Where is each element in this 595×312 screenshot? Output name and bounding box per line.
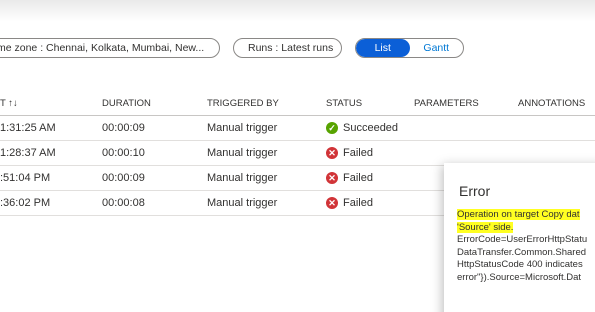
view-list-button[interactable]: List (356, 39, 410, 57)
run-start-cell: :51:04 PM (0, 172, 51, 184)
table-row[interactable]: 1:31:25 AM 00:00:09 Manual trigger ✓ Suc… (0, 116, 595, 141)
header-status[interactable]: STATUS (326, 98, 362, 109)
view-gantt-button[interactable]: Gantt (410, 39, 464, 57)
status-text: Failed (343, 147, 373, 159)
triggered-by-cell: Manual trigger (207, 122, 278, 134)
status-cell: ✓ Succeeded (326, 122, 398, 134)
error-circle-icon: ✕ (326, 147, 338, 159)
error-line: ErrorCode=UserErrorHttpStatu (457, 234, 588, 245)
header-run-start[interactable]: T ↑↓ (0, 98, 18, 109)
status-cell[interactable]: ✕ Failed (326, 147, 373, 159)
error-highlight-line-2: 'Source' side. (457, 221, 514, 233)
error-line: HttpStatusCode 400 indicates (457, 259, 583, 270)
view-toggle: List Gantt (355, 38, 464, 58)
error-circle-icon: ✕ (326, 197, 338, 209)
triggered-by-cell: Manual trigger (207, 172, 278, 184)
triggered-by-cell: Manual trigger (207, 197, 278, 209)
duration-cell: 00:00:09 (102, 172, 145, 184)
top-band (0, 0, 595, 22)
duration-cell: 00:00:08 (102, 197, 145, 209)
status-text: Failed (343, 197, 373, 209)
runs-filter[interactable]: Runs : Latest runs (233, 38, 342, 58)
status-cell[interactable]: ✕ Failed (326, 197, 373, 209)
error-highlight-line-1: Operation on target Copy dat (457, 209, 580, 220)
status-cell[interactable]: ✕ Failed (326, 172, 373, 184)
run-start-cell: 1:31:25 AM (0, 122, 56, 134)
check-circle-icon: ✓ (326, 122, 338, 134)
error-title: Error (459, 183, 491, 199)
run-start-cell: :36:02 PM (0, 197, 51, 209)
header-annotations[interactable]: ANNOTATIONS (518, 98, 585, 109)
error-line: DataTransfer.Common.Shared (457, 246, 587, 258)
run-start-cell: 1:28:37 AM (0, 147, 56, 159)
duration-cell: 00:00:10 (102, 147, 145, 159)
error-message: Operation on target Copy dat 'Source' si… (457, 209, 595, 284)
status-text: Failed (343, 172, 373, 184)
timezone-filter-label: me zone : Chennai, Kolkata, Mumbai, New.… (0, 42, 205, 54)
error-line: error"}).Source=Microsoft.Dat (457, 271, 582, 283)
duration-cell: 00:00:09 (102, 122, 145, 134)
header-duration[interactable]: DURATION (102, 98, 151, 109)
error-circle-icon: ✕ (326, 172, 338, 184)
header-triggered-by[interactable]: TRIGGERED BY (207, 98, 279, 109)
status-text: Succeeded (343, 122, 399, 134)
header-parameters[interactable]: PARAMETERS (414, 98, 479, 109)
error-callout: Error Operation on target Copy dat 'Sour… (444, 163, 595, 312)
table-header: T ↑↓ DURATION TRIGGERED BY STATUS PARAME… (0, 92, 595, 116)
runs-filter-label: Runs : Latest runs (248, 42, 334, 54)
triggered-by-cell: Manual trigger (207, 147, 278, 159)
timezone-filter[interactable]: me zone : Chennai, Kolkata, Mumbai, New.… (0, 38, 220, 58)
